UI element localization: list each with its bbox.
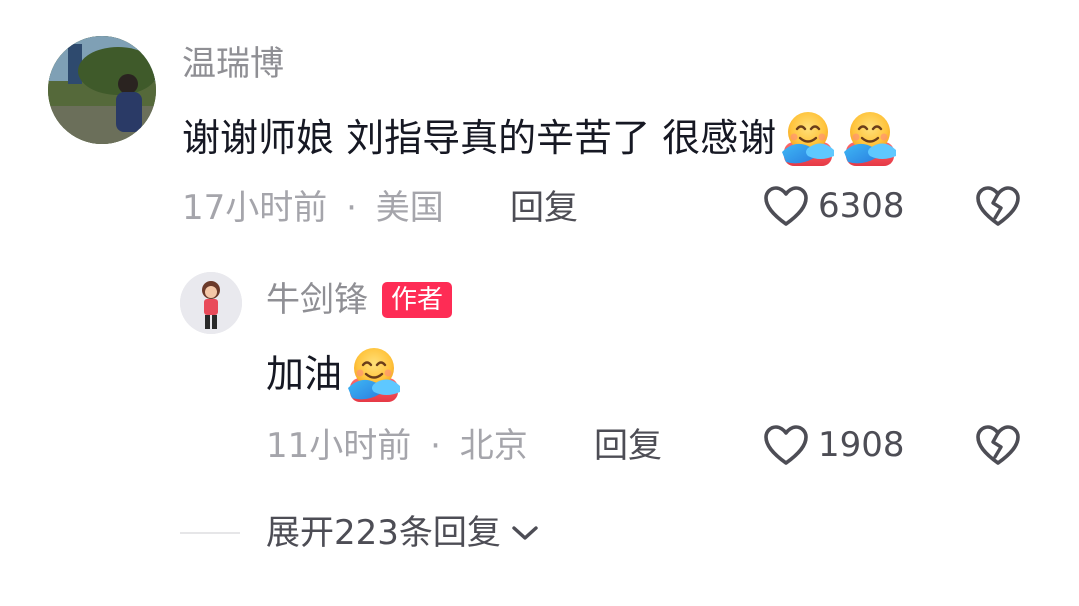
comment-text: 谢谢师娘 刘指导真的辛苦了 很感谢 — [182, 116, 777, 160]
reply-meta: 11小时前 · 北京 — [266, 426, 528, 466]
broken-heart-icon — [974, 184, 1022, 228]
commenter-username[interactable]: 温瑞博 — [182, 44, 284, 84]
expand-replies-button[interactable]: 展开223条回复 — [266, 513, 539, 553]
meta-separator: · — [346, 188, 357, 228]
meta-separator: · — [430, 426, 441, 466]
heart-icon — [762, 184, 810, 228]
hugging-face-icon — [840, 108, 900, 168]
chevron-down-icon — [512, 526, 538, 540]
reply-dislike-button[interactable] — [974, 423, 1022, 471]
reply-like-count: 1908 — [818, 425, 905, 465]
avatar-illustration — [180, 272, 242, 334]
expand-divider — [180, 532, 240, 534]
like-count: 6308 — [818, 186, 905, 226]
reply-button[interactable]: 回复 — [510, 188, 578, 228]
heart-icon — [762, 423, 810, 467]
reply-header: 牛剑锋 作者 — [266, 280, 453, 320]
author-badge: 作者 — [382, 282, 453, 318]
hugging-face-icon — [778, 108, 838, 168]
reply-time: 11小时前 — [266, 426, 412, 466]
hugging-face-icon — [344, 344, 404, 404]
avatar-photo — [48, 36, 156, 144]
like-button[interactable]: 6308 — [762, 184, 905, 228]
expand-replies-label: 展开223条回复 — [266, 513, 501, 553]
replier-avatar[interactable] — [180, 272, 242, 334]
replier-username[interactable]: 牛剑锋 — [266, 280, 368, 320]
reply-text: 加油 — [266, 352, 343, 396]
reply-to-reply-button[interactable]: 回复 — [594, 426, 662, 466]
comment-meta: 17小时前 · 美国 — [182, 188, 444, 228]
reply-like-button[interactable]: 1908 — [762, 423, 905, 467]
reply-location: 北京 — [459, 426, 528, 466]
dislike-button[interactable] — [974, 184, 1022, 232]
broken-heart-icon — [974, 423, 1022, 467]
comment-text-row: 谢谢师娘 刘指导真的辛苦了 很感谢 — [182, 108, 900, 168]
comment-location: 美国 — [375, 188, 444, 228]
comment-time: 17小时前 — [182, 188, 328, 228]
reply-text-row: 加油 — [266, 344, 404, 404]
commenter-avatar[interactable] — [48, 36, 156, 144]
